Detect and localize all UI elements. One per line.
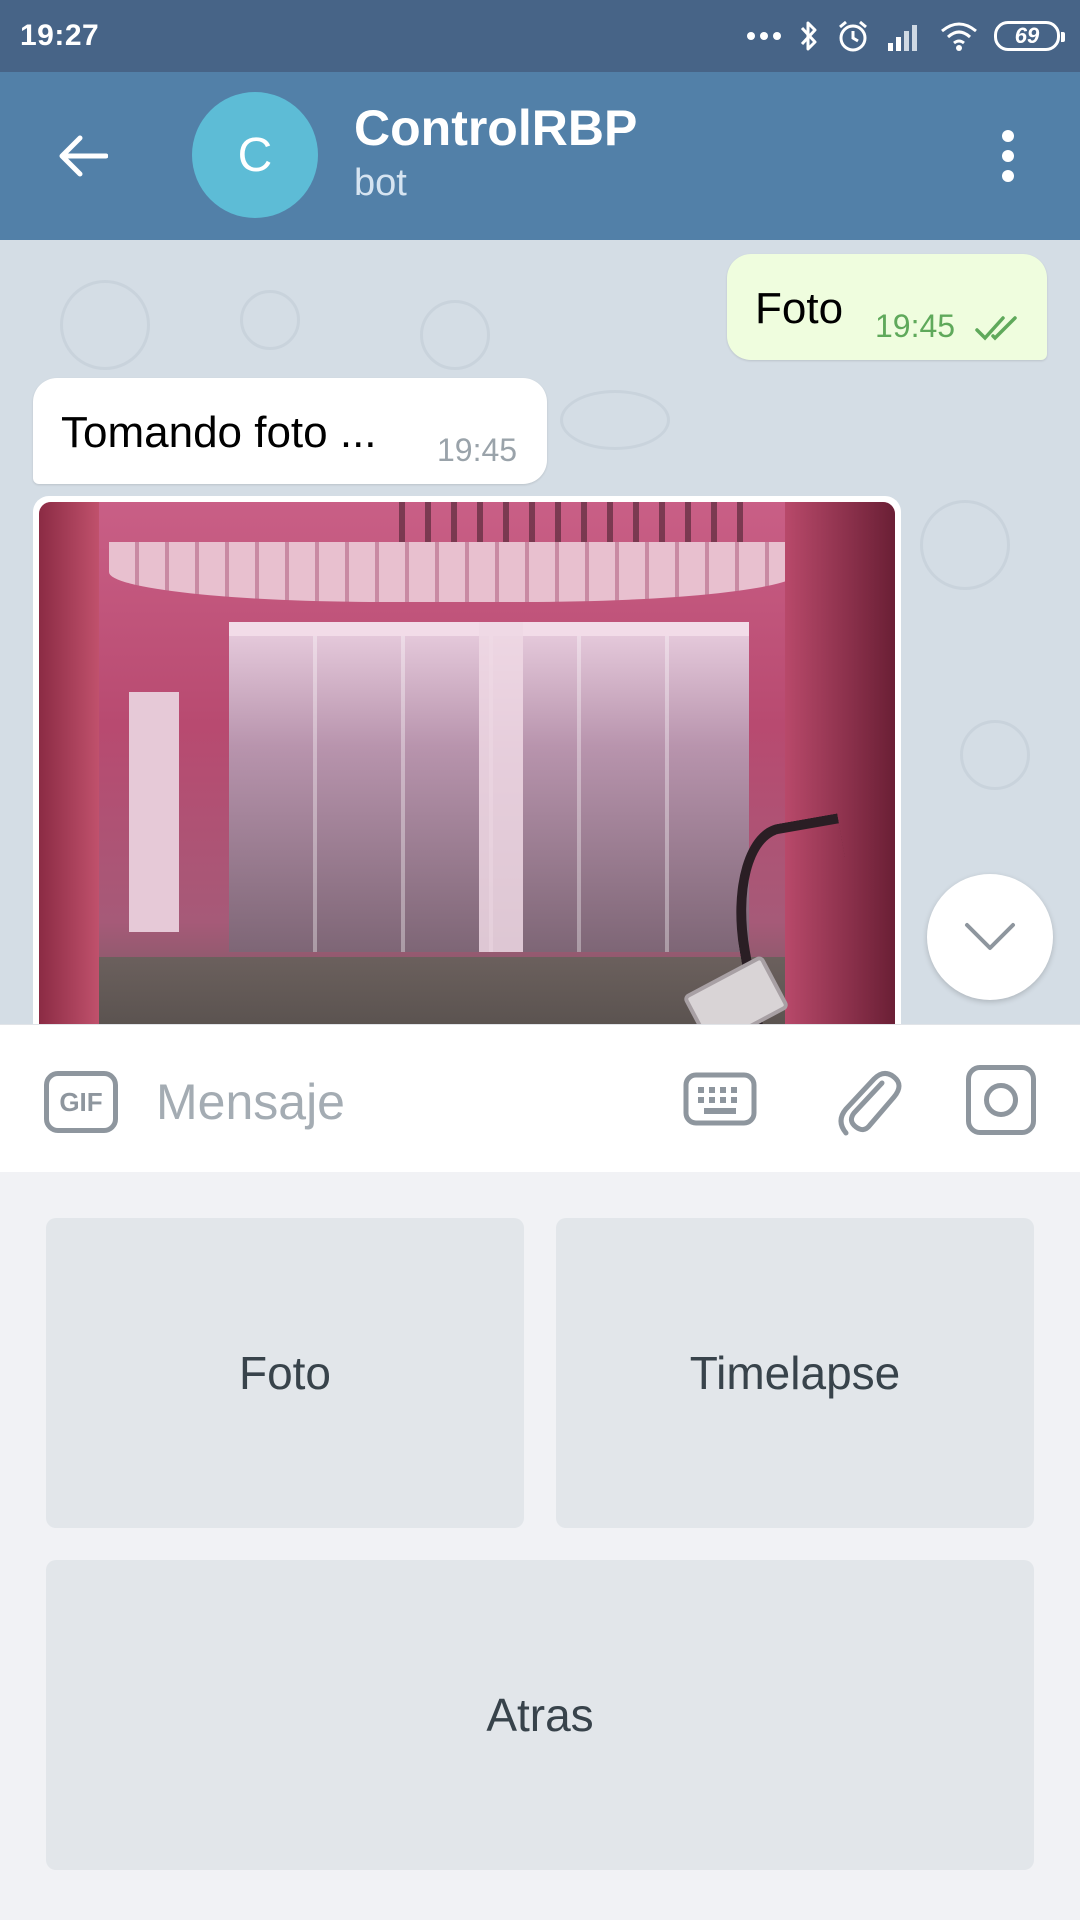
photo-ground — [99, 957, 789, 1024]
chevron-down-icon — [965, 923, 1015, 950]
camera-photo[interactable] — [39, 502, 895, 1024]
keyboard-button-timelapse[interactable]: Timelapse — [556, 1218, 1034, 1528]
keyboard-button-foto[interactable]: Foto — [46, 1218, 524, 1528]
avatar-letter: C — [237, 128, 273, 182]
keyboard-button-atras[interactable]: Atras — [46, 1560, 1034, 1870]
menu-dot-icon — [1002, 130, 1014, 142]
signal-icon — [888, 25, 917, 51]
more-options-button[interactable] — [988, 124, 1028, 188]
camera-icon — [984, 1083, 1018, 1117]
double-check-icon — [975, 316, 1017, 341]
photo-roof-tiles — [109, 542, 799, 602]
telegram-chat-screen: 19:27 69 C ControlRBP bot Foto 19:45 Tom… — [0, 0, 1080, 1920]
wifi-icon — [941, 22, 977, 51]
keyboard-icon — [683, 1072, 757, 1126]
scroll-down-button[interactable] — [927, 874, 1053, 1000]
bot-keyboard-button[interactable] — [682, 1069, 758, 1131]
photo-message[interactable] — [33, 496, 901, 1024]
arrow-left-icon — [59, 135, 108, 177]
menu-dot-icon — [1002, 150, 1014, 162]
background-doodle — [960, 720, 1030, 790]
camera-button[interactable] — [966, 1065, 1036, 1135]
outgoing-message[interactable]: Foto 19:45 — [727, 254, 1047, 360]
message-list[interactable]: Foto 19:45 Tomando foto ... 19:45 — [0, 240, 1080, 1024]
gif-label: GIF — [59, 1086, 103, 1117]
chat-header: C ControlRBP bot — [0, 72, 1080, 240]
status-time: 19:27 — [20, 19, 100, 52]
chat-subtitle: bot — [354, 162, 407, 204]
status-bar: 19:27 69 — [0, 0, 1080, 72]
gif-button[interactable]: GIF — [44, 1071, 118, 1133]
photo-frame-left — [39, 502, 99, 1024]
photo-door — [129, 692, 179, 932]
background-doodle — [920, 500, 1010, 590]
paperclip-icon — [838, 1071, 902, 1136]
status-icons: 69 — [746, 19, 1065, 53]
bluetooth-icon — [800, 21, 817, 51]
more-dots-icon — [747, 32, 781, 40]
battery-level: 69 — [1014, 23, 1040, 48]
incoming-message[interactable]: Tomando foto ... 19:45 — [33, 378, 547, 484]
chat-title-block[interactable]: ControlRBP bot — [354, 98, 637, 208]
avatar[interactable]: C — [192, 92, 318, 218]
background-doodle — [240, 290, 300, 350]
message-text: Foto — [755, 284, 844, 333]
background-doodle — [60, 280, 150, 370]
photo-pillar — [479, 622, 523, 952]
bot-reply-keyboard: Foto Timelapse Atras — [0, 1172, 1080, 1920]
battery-icon: 69 — [994, 21, 1065, 51]
message-composer: GIF — [0, 1024, 1080, 1172]
alarm-icon — [839, 20, 867, 52]
background-doodle — [420, 300, 490, 370]
back-button[interactable] — [50, 124, 114, 188]
attach-button[interactable] — [830, 1061, 906, 1141]
message-time: 19:45 — [875, 308, 956, 344]
background-doodle — [560, 390, 670, 450]
menu-dot-icon — [1002, 170, 1014, 182]
message-text: Tomando foto ... — [61, 408, 377, 457]
chat-title: ControlRBP — [354, 100, 638, 156]
message-input[interactable] — [156, 1063, 656, 1141]
message-time: 19:45 — [437, 432, 518, 468]
